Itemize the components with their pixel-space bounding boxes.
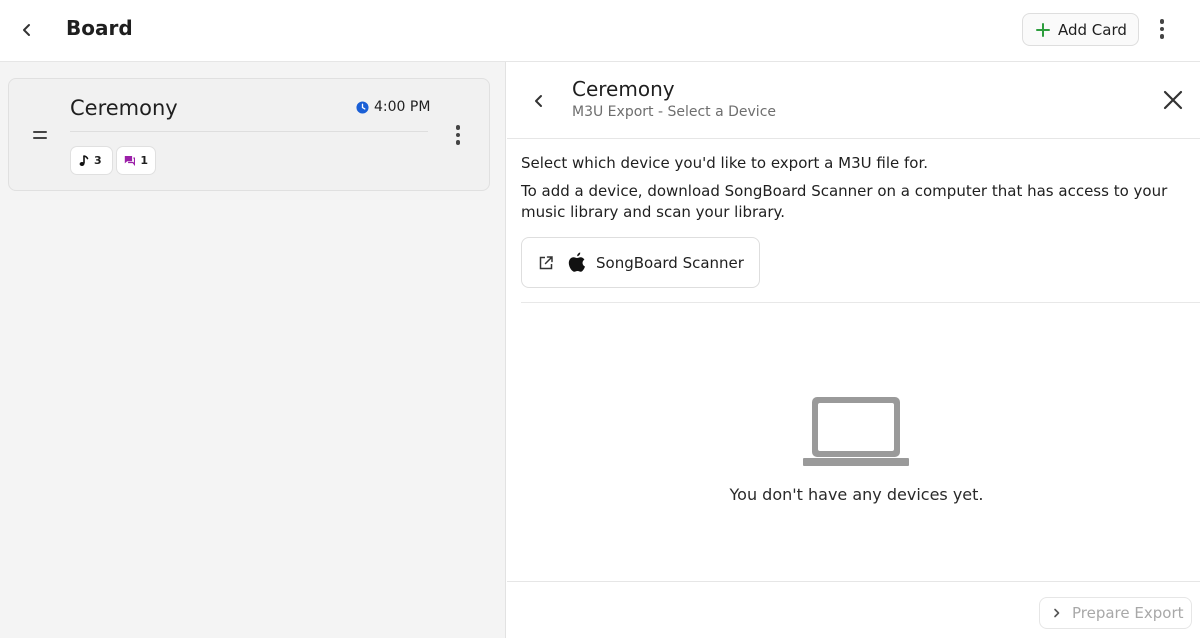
- panel-header: Ceremony M3U Export - Select a Device: [507, 62, 1200, 139]
- drag-handle-icon[interactable]: [33, 131, 47, 139]
- card-title: Ceremony: [70, 96, 178, 120]
- instruction-detail-text: To add a device, download SongBoard Scan…: [521, 182, 1168, 221]
- empty-state-message: You don't have any devices yet.: [729, 485, 984, 504]
- board-card[interactable]: Ceremony 4:00 PM 3 1: [8, 78, 490, 191]
- comment-icon: [124, 156, 136, 167]
- more-options-button[interactable]: [1150, 14, 1174, 44]
- panel-footer: Prepare Export: [507, 581, 1200, 638]
- add-card-button[interactable]: Add Card: [1022, 13, 1139, 46]
- add-card-label: Add Card: [1058, 20, 1127, 39]
- back-button[interactable]: [14, 17, 40, 43]
- panel-subtitle: M3U Export - Select a Device: [572, 104, 777, 120]
- songboard-scanner-link[interactable]: SongBoard Scanner: [521, 237, 760, 288]
- apple-logo-icon: [568, 252, 585, 272]
- song-count: 3: [94, 154, 102, 167]
- chevron-right-icon: [1054, 608, 1060, 618]
- card-time: 4:00 PM: [356, 99, 430, 115]
- panel-title: Ceremony: [572, 77, 675, 101]
- instruction-text: Select which device you'd like to export…: [521, 154, 929, 172]
- external-link-icon: [539, 255, 553, 269]
- chevron-left-icon: [535, 95, 542, 107]
- prepare-export-label: Prepare Export: [1072, 604, 1184, 622]
- panel-back-button[interactable]: [527, 89, 551, 113]
- comment-count-badge[interactable]: 1: [116, 146, 156, 175]
- laptop-icon: [803, 397, 909, 466]
- card-divider: [70, 131, 428, 132]
- songboard-scanner-label: SongBoard Scanner: [596, 253, 744, 272]
- song-count-badge[interactable]: 3: [70, 146, 113, 175]
- clock-icon: [356, 100, 369, 114]
- kebab-icon: [1159, 19, 1165, 24]
- board-list: Ceremony 4:00 PM 3 1: [0, 62, 506, 638]
- plus-icon: [1036, 22, 1050, 37]
- music-note-icon: [79, 154, 89, 166]
- comment-count: 1: [140, 154, 148, 167]
- export-panel: Ceremony M3U Export - Select a Device Se…: [507, 62, 1200, 638]
- page-title: Board: [66, 16, 133, 40]
- kebab-icon: [455, 125, 461, 130]
- content-divider: [521, 302, 1200, 303]
- card-time-text: 4:00 PM: [374, 99, 431, 115]
- close-icon[interactable]: [1161, 88, 1185, 112]
- card-more-options-button[interactable]: [446, 121, 470, 149]
- top-bar: Board Add Card: [0, 0, 1200, 62]
- chevron-left-icon: [23, 24, 30, 36]
- prepare-export-button[interactable]: Prepare Export: [1039, 597, 1192, 629]
